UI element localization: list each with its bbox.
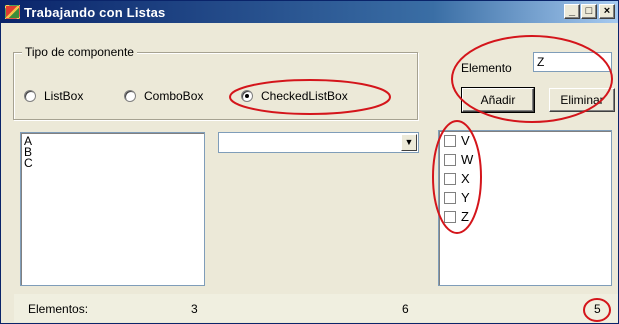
checkbox[interactable] bbox=[444, 191, 456, 204]
checked-item-label: V bbox=[461, 133, 470, 148]
checked-item-label: Z bbox=[461, 209, 469, 224]
chevron-down-icon: ▼ bbox=[404, 137, 414, 147]
checked-list-item[interactable]: V bbox=[444, 133, 470, 148]
checked-list-item[interactable]: Z bbox=[444, 209, 469, 224]
checked-list-item[interactable]: W bbox=[444, 152, 473, 167]
window-title: Trabajando con Listas bbox=[24, 5, 166, 20]
close-button[interactable]: × bbox=[599, 4, 615, 19]
dropdown-button[interactable]: ▼ bbox=[401, 134, 417, 151]
minimize-icon: _ bbox=[568, 5, 576, 17]
checkbox[interactable] bbox=[444, 210, 456, 223]
list-item[interactable]: B bbox=[21, 146, 204, 158]
radio-label: ComboBox bbox=[144, 89, 204, 103]
checkbox[interactable] bbox=[444, 153, 456, 166]
checked-list-item[interactable]: Y bbox=[444, 190, 470, 205]
checked-item-label: X bbox=[461, 171, 470, 186]
checked-list-item[interactable]: X bbox=[444, 171, 470, 186]
radio-label: ListBox bbox=[44, 89, 84, 103]
listbox-count: 3 bbox=[191, 302, 198, 316]
element-label: Elemento bbox=[461, 61, 512, 75]
radio-checkedlistbox[interactable]: CheckedListBox bbox=[241, 89, 348, 103]
radio-dot[interactable] bbox=[241, 90, 253, 102]
maximize-button[interactable]: □ bbox=[581, 4, 597, 19]
combobox-count: 6 bbox=[402, 302, 409, 316]
checkedlist-count: 5 bbox=[594, 302, 601, 316]
radio-dot[interactable] bbox=[24, 90, 36, 102]
maximize-icon: □ bbox=[585, 5, 593, 17]
combobox[interactable]: ▼ bbox=[218, 132, 419, 153]
list-item[interactable]: C bbox=[21, 157, 204, 169]
status-bar bbox=[14, 294, 618, 322]
radio-dot[interactable] bbox=[124, 90, 136, 102]
radio-combobox[interactable]: ComboBox bbox=[124, 89, 203, 103]
checkbox[interactable] bbox=[444, 172, 456, 185]
list-item[interactable]: A bbox=[21, 135, 204, 147]
group-legend: Tipo de componente bbox=[22, 45, 137, 59]
radio-label: CheckedListBox bbox=[261, 89, 348, 103]
element-input[interactable] bbox=[533, 52, 612, 72]
minimize-button[interactable]: _ bbox=[564, 4, 580, 19]
radio-listbox[interactable]: ListBox bbox=[24, 89, 83, 103]
remove-button[interactable]: Eliminar bbox=[549, 88, 615, 112]
elements-label: Elementos: bbox=[28, 302, 89, 316]
title-bar[interactable]: Trabajando con Listas _ □ × bbox=[1, 1, 618, 23]
close-icon: × bbox=[603, 5, 611, 17]
app-icon bbox=[5, 5, 20, 19]
component-type-group bbox=[13, 52, 418, 120]
add-button[interactable]: Añadir bbox=[461, 87, 535, 113]
listbox[interactable]: A B C bbox=[20, 132, 205, 286]
checked-item-label: W bbox=[461, 152, 474, 167]
checked-item-label: Y bbox=[461, 190, 470, 205]
checkbox[interactable] bbox=[444, 134, 456, 147]
